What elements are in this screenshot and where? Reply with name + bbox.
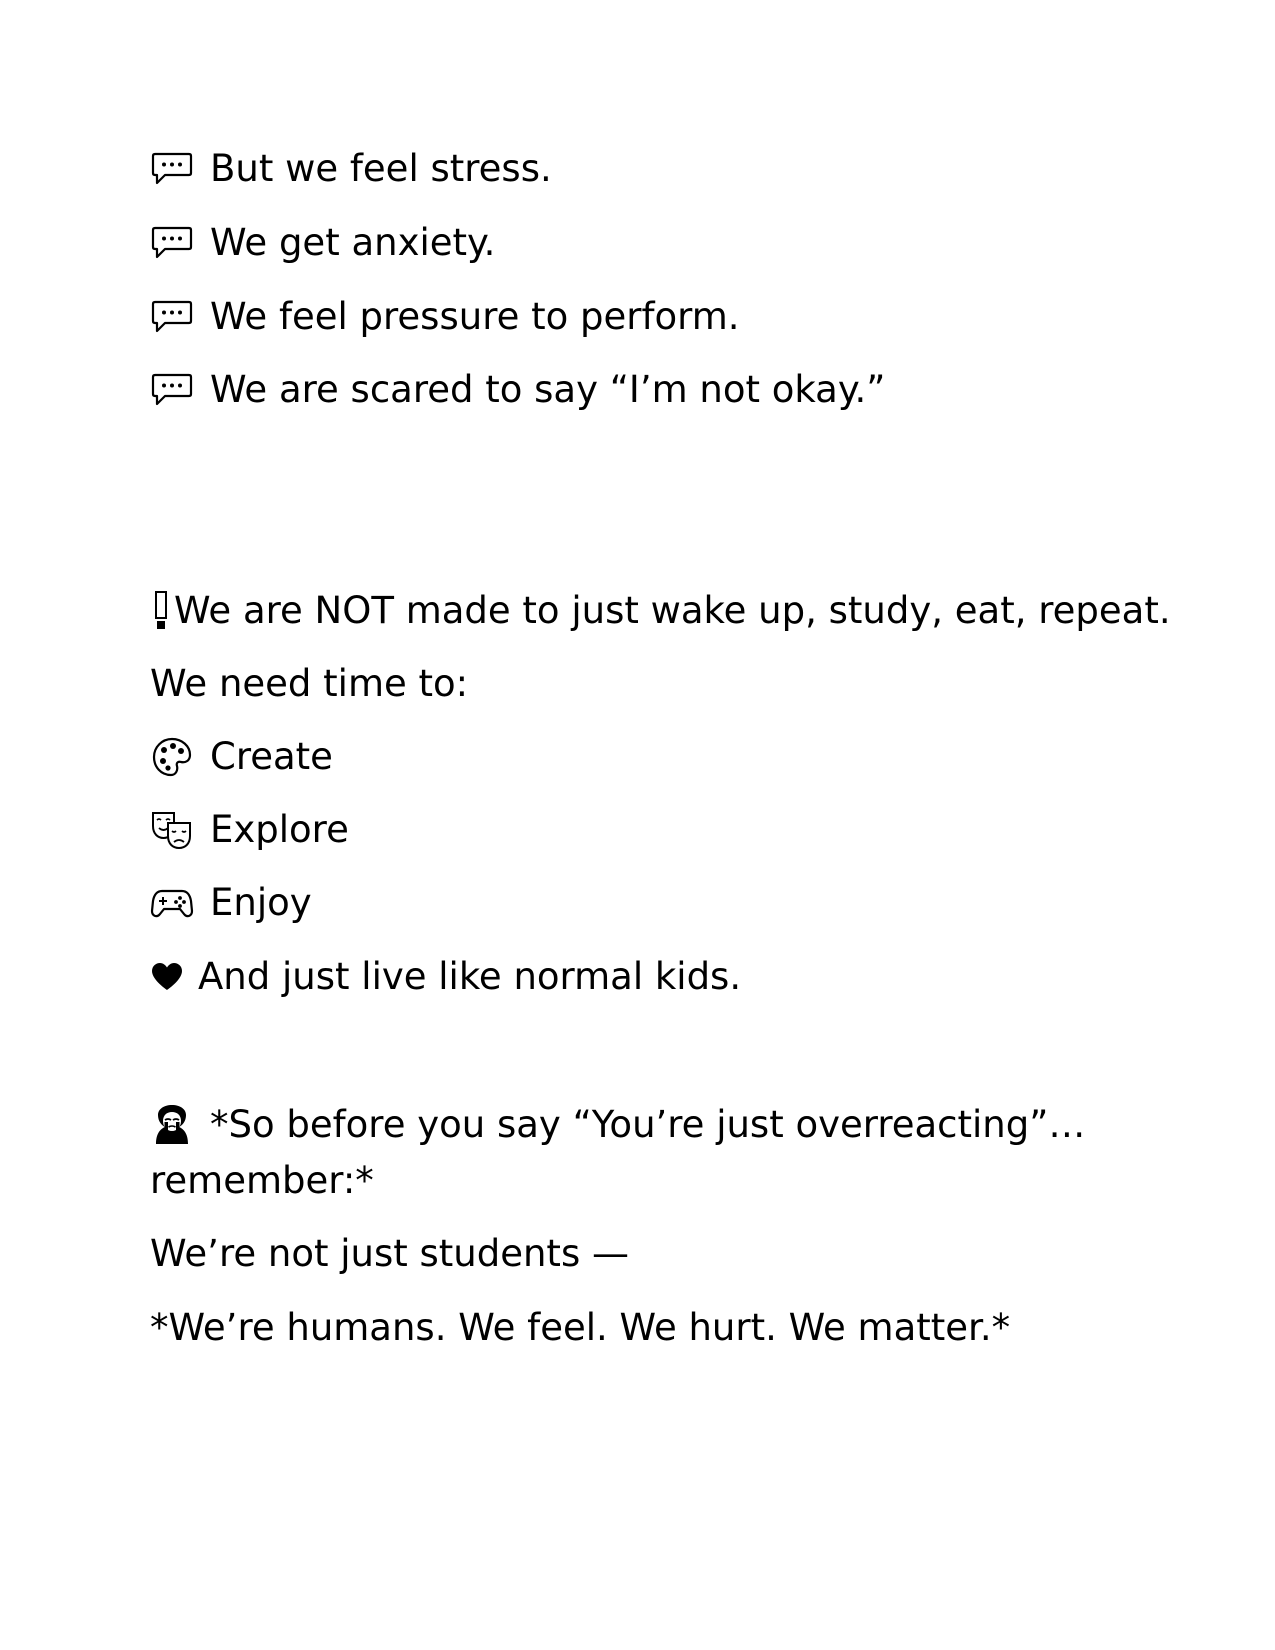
crying-person-icon (150, 1103, 194, 1147)
line-text: We feel pressure to perform. (210, 295, 740, 338)
game-controller-icon (150, 881, 194, 925)
before-line: *So before you say “You’re just overreac… (150, 1102, 1085, 1148)
pressure-line: We feel pressure to perform. (150, 294, 740, 340)
create-line: Create (150, 734, 333, 780)
live-line: And just live like normal kids. (150, 954, 741, 1000)
speech-bubble-icon (150, 221, 194, 265)
headline-line: We are NOT made to just wake up, study, … (150, 588, 1171, 634)
students-text: We’re not just students — (150, 1232, 629, 1275)
item-text: Create (210, 735, 333, 778)
line-text: We get anxiety. (210, 221, 496, 264)
palette-icon (150, 735, 194, 779)
headline-text: We are NOT made to just wake up, study, … (174, 589, 1171, 632)
exclamation-icon (150, 589, 172, 633)
humans-text: *We’re humans. We feel. We hurt. We matt… (150, 1306, 1011, 1349)
anxiety-line: We get anxiety. (150, 220, 495, 266)
speech-bubble-icon (150, 147, 194, 191)
intro-text: We need time to: (150, 662, 469, 705)
intro-line: We need time to: (150, 661, 468, 707)
students-line: We’re not just students — (150, 1231, 629, 1277)
heart-icon (150, 955, 184, 999)
enjoy-line: Enjoy (150, 880, 312, 926)
speech-bubble-icon (150, 368, 194, 412)
stress-line: But we feel stress. (150, 146, 552, 192)
line-text: We are scared to say “I’m not okay.” (210, 368, 886, 411)
document-page: But we feel stress. We get anxiety. We f… (0, 0, 1275, 1650)
before-text: *So before you say “You’re just overreac… (210, 1103, 1086, 1146)
item-text: Explore (210, 808, 349, 851)
remember-line: remember:* (150, 1158, 374, 1204)
humans-line: *We’re humans. We feel. We hurt. We matt… (150, 1305, 1010, 1351)
theater-masks-icon (150, 808, 194, 852)
explore-line: Explore (150, 807, 349, 853)
line-text: But we feel stress. (210, 147, 552, 190)
item-text: Enjoy (210, 881, 312, 924)
item-text: And just live like normal kids. (198, 955, 742, 998)
speech-bubble-icon (150, 295, 194, 339)
scared-line: We are scared to say “I’m not okay.” (150, 367, 885, 413)
remember-text: remember:* (150, 1159, 374, 1202)
